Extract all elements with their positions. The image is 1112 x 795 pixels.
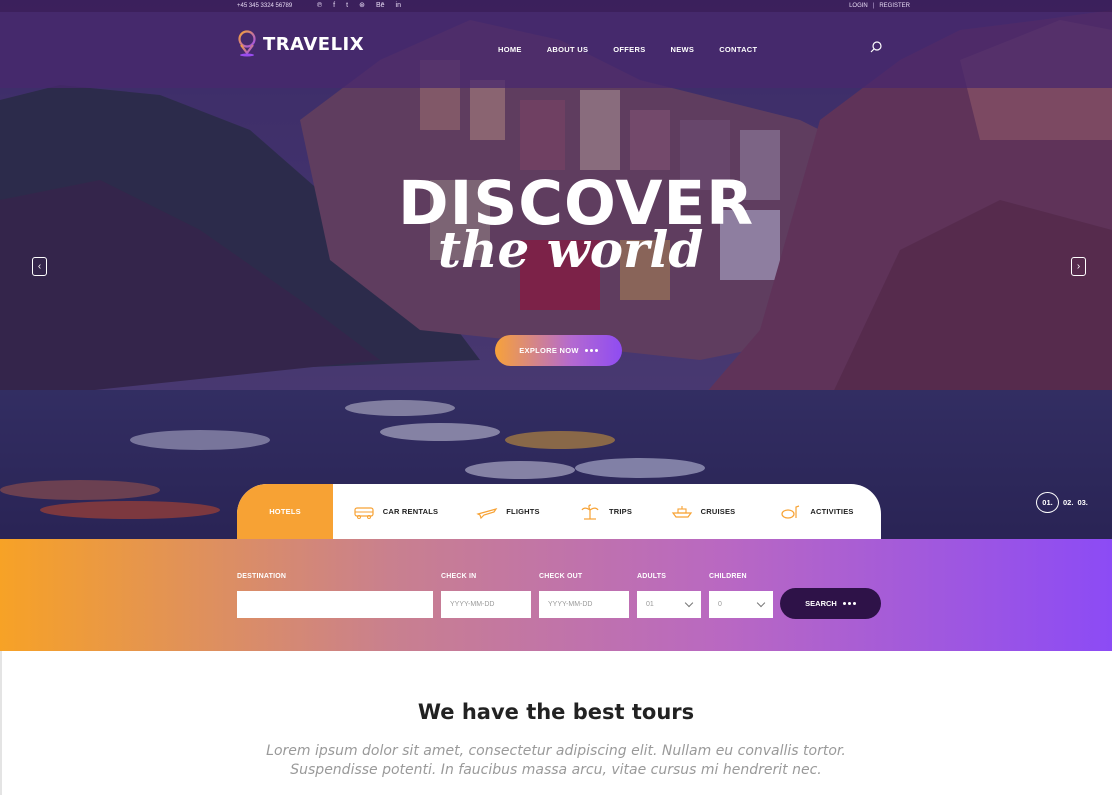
checkin-label: CHECK IN bbox=[441, 573, 477, 580]
children-value: 0 bbox=[718, 601, 722, 608]
tab-cruises[interactable]: CRUISES bbox=[653, 484, 753, 539]
tab-car-rentals-label: CAR RENTALS bbox=[382, 507, 439, 516]
login-link[interactable]: LOGIN bbox=[849, 3, 868, 9]
explore-now-button[interactable]: EXPLORE NOW bbox=[495, 335, 622, 366]
nav-offers[interactable]: OFFERS bbox=[613, 45, 645, 54]
checkout-placeholder: YYYY-MM-DD bbox=[548, 601, 593, 608]
search-form: DESTINATION CHECK IN YYYY-MM-DD CHECK OU… bbox=[0, 539, 1112, 651]
slide-dot-3[interactable]: 03. bbox=[1077, 498, 1087, 507]
tab-cruises-label: CRUISES bbox=[700, 507, 736, 516]
adults-select[interactable]: 01 bbox=[637, 591, 701, 618]
dots-icon bbox=[584, 349, 598, 352]
tab-activities-label: ACTIVITIES bbox=[810, 507, 854, 516]
slide-dot-1[interactable]: 01. bbox=[1036, 492, 1059, 513]
section-description: Lorem ipsum dolor sit amet, consectetur … bbox=[0, 742, 1112, 780]
chevron-right-icon: › bbox=[1076, 261, 1081, 272]
destination-label: DESTINATION bbox=[237, 573, 287, 580]
children-select[interactable]: 0 bbox=[709, 591, 773, 618]
section-title: We have the best tours bbox=[417, 700, 695, 724]
phone-number: +45 345 3324 56789 bbox=[237, 3, 293, 9]
checkout-label: CHECK OUT bbox=[539, 573, 583, 580]
bus-icon bbox=[354, 506, 374, 519]
logo[interactable]: TRAVELIX bbox=[237, 30, 364, 58]
map-pin-icon bbox=[238, 30, 256, 57]
main-nav: HOME ABOUT US OFFERS NEWS CONTACT bbox=[498, 45, 757, 54]
nav-contact[interactable]: CONTACT bbox=[719, 45, 757, 54]
destination-input[interactable] bbox=[237, 591, 433, 618]
nav-news[interactable]: NEWS bbox=[671, 45, 695, 54]
auth-links: LOGIN | REGISTER bbox=[849, 3, 910, 9]
checkin-input[interactable]: YYYY-MM-DD bbox=[441, 591, 531, 618]
behance-icon[interactable]: Bē bbox=[376, 2, 385, 10]
dribbble-icon[interactable]: ⊛ bbox=[359, 2, 365, 10]
chevron-left-icon: ‹ bbox=[37, 261, 42, 272]
description-line-1: Lorem ipsum dolor sit amet, consectetur … bbox=[266, 743, 846, 759]
children-label: CHILDREN bbox=[709, 573, 747, 580]
search-button[interactable]: SEARCH bbox=[780, 588, 881, 619]
checkin-placeholder: YYYY-MM-DD bbox=[450, 601, 495, 608]
adults-label: ADULTS bbox=[637, 573, 667, 580]
search-tabs: HOTELS CAR RENTALS FLIGHTS TRIPS CRUISES… bbox=[237, 484, 881, 539]
chevron-down-icon bbox=[684, 598, 694, 608]
tab-trips-label: TRIPS bbox=[608, 507, 633, 516]
adults-value: 01 bbox=[646, 601, 654, 608]
tab-flights-label: FLIGHTS bbox=[506, 507, 540, 516]
description-line-2: Suspendisse potenti. In faucibus massa a… bbox=[290, 762, 822, 778]
tab-flights[interactable]: FLIGHTS bbox=[458, 484, 558, 539]
auth-separator: | bbox=[872, 3, 875, 9]
search-button-label: SEARCH bbox=[805, 599, 837, 608]
palm-tree-icon bbox=[581, 503, 599, 520]
pinterest-icon[interactable]: ℗ bbox=[317, 2, 322, 10]
linkedin-icon[interactable]: in bbox=[396, 2, 401, 10]
twitter-icon[interactable]: t bbox=[346, 2, 348, 10]
tab-car-rentals[interactable]: CAR RENTALS bbox=[333, 484, 458, 539]
search-icon[interactable] bbox=[869, 40, 883, 54]
explore-now-label: EXPLORE NOW bbox=[519, 346, 579, 355]
logo-text: TRAVELIX bbox=[263, 33, 365, 55]
tab-hotels-label: HOTELS bbox=[269, 507, 301, 516]
dots-icon bbox=[842, 602, 856, 605]
facebook-icon[interactable]: f bbox=[333, 2, 335, 10]
tab-hotels[interactable]: HOTELS bbox=[237, 484, 333, 539]
hero-section: +45 345 3324 56789 ℗ f t ⊛ Bē in LOGIN |… bbox=[0, 0, 1112, 539]
ship-icon bbox=[671, 505, 692, 518]
checkout-input[interactable]: YYYY-MM-DD bbox=[539, 591, 629, 618]
social-links: ℗ f t ⊛ Bē in bbox=[317, 2, 401, 10]
top-bar: +45 345 3324 56789 ℗ f t ⊛ Bē in LOGIN |… bbox=[0, 0, 1112, 12]
nav-about-us[interactable]: ABOUT US bbox=[547, 45, 589, 54]
nav-home[interactable]: HOME bbox=[498, 45, 522, 54]
slider-prev-button[interactable]: ‹ bbox=[32, 257, 47, 276]
slider-next-button[interactable]: › bbox=[1071, 257, 1086, 276]
chevron-down-icon bbox=[756, 598, 766, 608]
tab-trips[interactable]: TRIPS bbox=[558, 484, 653, 539]
plane-icon bbox=[476, 507, 498, 519]
hero-script-title: the world bbox=[438, 220, 704, 279]
tab-activities[interactable]: ACTIVITIES bbox=[753, 484, 881, 539]
slide-dot-2[interactable]: 02. bbox=[1063, 498, 1073, 507]
register-link[interactable]: REGISTER bbox=[879, 3, 910, 9]
slider-pagination: 01. 02. 03. bbox=[1036, 492, 1088, 513]
snorkel-icon bbox=[781, 504, 800, 519]
